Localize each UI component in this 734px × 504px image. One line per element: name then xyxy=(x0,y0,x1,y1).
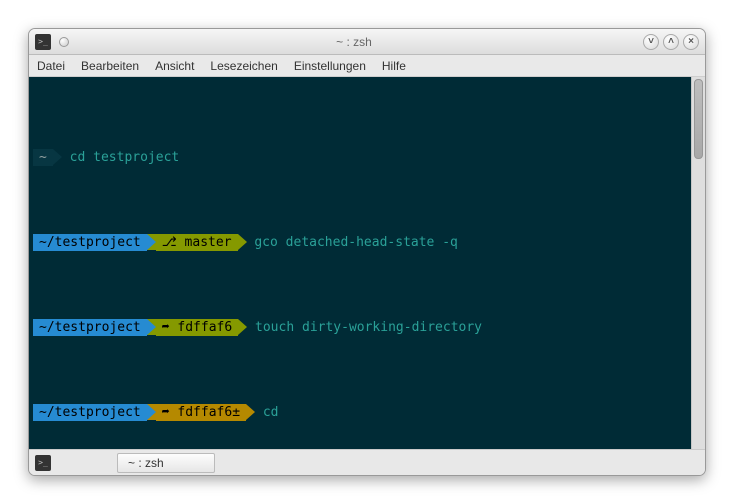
tab-current[interactable]: ~ : zsh xyxy=(117,453,215,473)
arrow-icon xyxy=(147,234,156,250)
seg-branch: ⎇ master xyxy=(156,234,238,251)
prompt-line: ~ cd testproject xyxy=(33,149,705,166)
seg-path: ~/testproject xyxy=(33,404,147,421)
menu-settings[interactable]: Einstellungen xyxy=(294,59,366,73)
arrow-icon xyxy=(147,404,156,420)
cmd: cd xyxy=(255,404,278,421)
close-button[interactable]: × xyxy=(683,34,699,50)
maximize-button[interactable]: ˄ xyxy=(663,34,679,50)
menu-file[interactable]: Datei xyxy=(37,59,65,73)
prompt-line: ~/testproject ➦ fdffaf6 touch dirty-work… xyxy=(33,319,705,336)
menubar: Datei Bearbeiten Ansicht Lesezeichen Ein… xyxy=(29,55,705,77)
prompt-line: ~/testproject ⎇ master gco detached-head… xyxy=(33,234,705,251)
titlebar: ~ : zsh ˅ ˄ × xyxy=(29,29,705,55)
seg-branch: ➦ fdffaf6 xyxy=(156,319,238,336)
minimize-button[interactable]: ˅ xyxy=(643,34,659,50)
window-menu-dot[interactable] xyxy=(59,37,69,47)
cmd: gco detached-head-state -q xyxy=(247,234,458,251)
window-title: ~ : zsh xyxy=(69,35,639,49)
scrollbar-thumb[interactable] xyxy=(694,79,703,159)
seg-path: ~/testproject xyxy=(33,234,147,251)
menu-edit[interactable]: Bearbeiten xyxy=(81,59,139,73)
menu-view[interactable]: Ansicht xyxy=(155,59,194,73)
scrollbar[interactable] xyxy=(691,77,705,449)
new-tab-icon[interactable] xyxy=(35,455,51,471)
arrow-icon xyxy=(147,319,156,335)
seg-branch-dirty: ➦ fdffaf6± xyxy=(156,404,246,421)
cmd: cd testproject xyxy=(62,149,179,166)
terminal-icon xyxy=(35,34,51,50)
menu-bookmarks[interactable]: Lesezeichen xyxy=(210,59,277,73)
branch-icon: ⎇ xyxy=(162,234,177,251)
terminal-area[interactable]: ~ cd testproject ~/testproject ⎇ master … xyxy=(29,77,705,449)
arrow-icon xyxy=(238,319,247,335)
arrow-icon xyxy=(238,234,247,250)
terminal-area-wrap: ~ cd testproject ~/testproject ⎇ master … xyxy=(29,77,705,449)
seg-tilde: ~ xyxy=(33,149,53,166)
arrow-icon xyxy=(246,404,255,420)
terminal-window: ~ : zsh ˅ ˄ × Datei Bearbeiten Ansicht L… xyxy=(28,28,706,476)
arrow-icon xyxy=(53,149,62,165)
statusbar: ~ : zsh xyxy=(29,449,705,475)
menu-help[interactable]: Hilfe xyxy=(382,59,406,73)
prompt-line: ~/testproject ➦ fdffaf6± cd xyxy=(33,404,705,421)
seg-path: ~/testproject xyxy=(33,319,147,336)
cmd: touch dirty-working-directory xyxy=(247,319,482,336)
